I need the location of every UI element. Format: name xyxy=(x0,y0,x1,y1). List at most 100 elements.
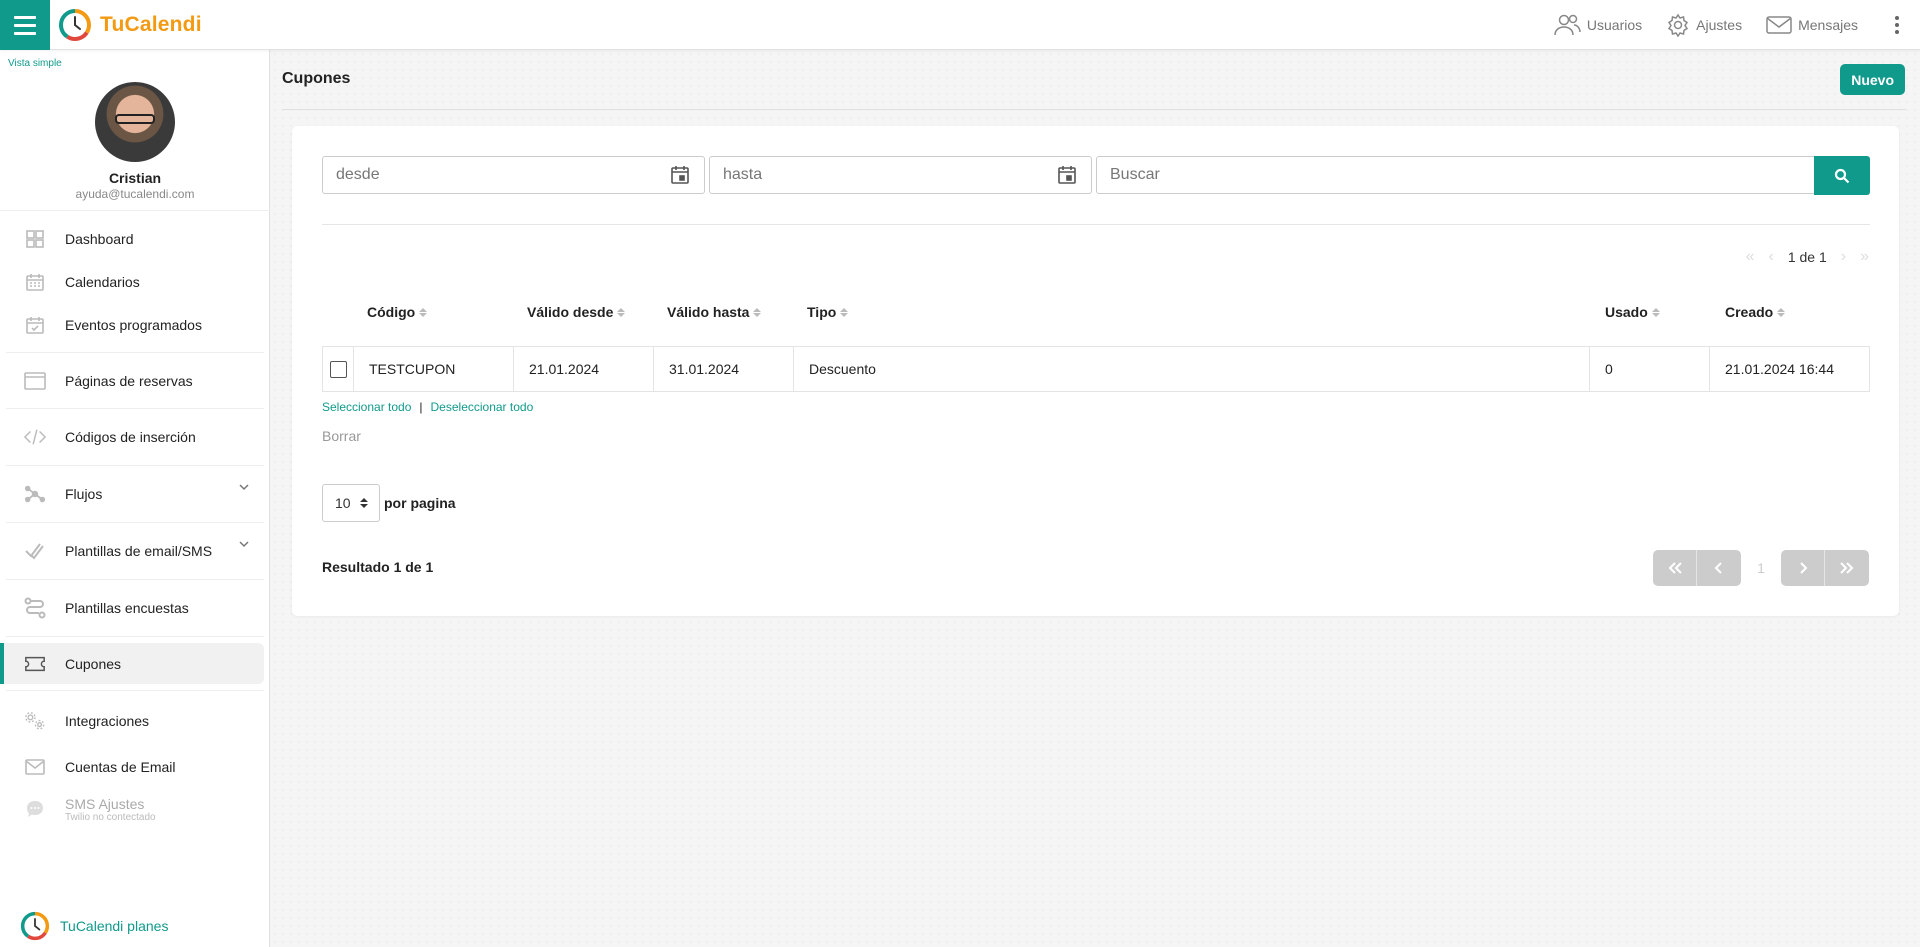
column-header-code[interactable]: Código xyxy=(367,304,428,320)
select-all-link[interactable]: Seleccionar todo xyxy=(322,400,411,414)
table-row[interactable]: TESTCUPON 21.01.2024 31.01.2024 Descuent… xyxy=(322,346,1870,392)
row-checkbox-cell xyxy=(323,347,353,391)
settings-label: Ajustes xyxy=(1696,17,1743,33)
last-page-icon[interactable]: » xyxy=(1860,248,1869,266)
more-options-button[interactable] xyxy=(1882,0,1912,50)
gears-icon xyxy=(24,710,46,732)
column-header-created[interactable]: Creado xyxy=(1725,304,1786,320)
date-from-input[interactable] xyxy=(323,157,704,193)
plans-link[interactable]: TuCalendi planes xyxy=(20,911,168,941)
column-header-valid-to[interactable]: Válido hasta xyxy=(667,304,762,320)
sidebar-item-sms-settings[interactable]: SMS Ajustes Twilio no contectado xyxy=(0,788,270,830)
top-bar: TuCalendi Usuarios Ajustes Mensajes xyxy=(0,0,1920,50)
app-logo[interactable]: TuCalendi xyxy=(58,8,202,42)
chevron-right-icon xyxy=(1799,562,1807,574)
survey-icon xyxy=(24,597,46,619)
search-input[interactable] xyxy=(1097,157,1814,193)
profile-email: ayuda@tucalendi.com xyxy=(75,187,195,201)
settings-link[interactable]: Ajustes xyxy=(1666,13,1742,37)
kebab-dot xyxy=(1895,30,1899,34)
date-from-field[interactable] xyxy=(322,156,705,194)
sidebar-item-label: Cuentas de Email xyxy=(65,758,176,775)
first-page-icon[interactable]: « xyxy=(1746,248,1755,266)
sort-icon xyxy=(1777,307,1786,317)
sidebar-item-label: Páginas de reservas xyxy=(65,372,193,389)
dashboard-icon xyxy=(24,228,46,250)
prev-page-icon[interactable]: ‹ xyxy=(1769,248,1774,266)
sms-settings-text: SMS Ajustes Twilio no contectado xyxy=(65,796,156,823)
plans-label: TuCalendi planes xyxy=(60,918,169,934)
sidebar-item-embed-codes[interactable]: Códigos de inserción xyxy=(0,409,270,465)
search-field[interactable] xyxy=(1096,156,1815,194)
sidebar-item-booking-pages[interactable]: Páginas de reservas xyxy=(0,353,270,408)
sidebar-item-email-sms-templates[interactable]: Plantillas de email/SMS xyxy=(0,523,270,579)
column-header-label: Tipo xyxy=(807,304,837,320)
per-page-label: por pagina xyxy=(384,495,456,511)
sidebar-item-label: SMS Ajustes xyxy=(65,795,145,812)
column-header-label: Usado xyxy=(1605,304,1648,320)
date-to-input[interactable] xyxy=(710,157,1091,193)
users-link[interactable]: Usuarios xyxy=(1553,13,1642,37)
column-header-label: Creado xyxy=(1725,304,1774,320)
column-header-used[interactable]: Usado xyxy=(1605,304,1660,320)
avatar[interactable] xyxy=(95,82,175,162)
prev-page-button[interactable] xyxy=(1697,550,1741,586)
double-chevron-right-icon xyxy=(1840,562,1854,574)
new-coupon-button[interactable]: Nuevo xyxy=(1840,64,1905,95)
logo-text: TuCalendi xyxy=(100,13,202,37)
calendar-icon[interactable] xyxy=(1057,165,1077,190)
sidebar-item-label: Integraciones xyxy=(65,713,150,729)
calendar-icon xyxy=(24,271,46,293)
column-header-label: Válido hasta xyxy=(667,304,750,320)
column-header-valid-from[interactable]: Válido desde xyxy=(527,304,626,320)
divider xyxy=(282,109,1906,110)
sidebar-item-dashboard[interactable]: Dashboard xyxy=(0,217,270,260)
sidebar-item-survey-templates[interactable]: Plantillas encuestas xyxy=(0,580,270,636)
next-page-button[interactable] xyxy=(1781,550,1825,586)
per-page-select[interactable]: 10 xyxy=(322,484,380,522)
sidebar-item-flows[interactable]: Flujos xyxy=(0,466,270,522)
gear-icon xyxy=(1668,13,1689,37)
separator: | xyxy=(419,400,423,414)
sidebar-item-label: Eventos programados xyxy=(65,316,202,333)
simple-view-toggle[interactable]: Vista simple xyxy=(8,58,62,69)
row-checkbox[interactable] xyxy=(330,360,347,378)
next-page-icon[interactable]: › xyxy=(1841,248,1846,266)
sidebar-item-calendars[interactable]: Calendarios xyxy=(0,260,270,303)
search-button[interactable] xyxy=(1814,156,1870,195)
logo-text-i: i xyxy=(195,13,202,36)
sidebar-item-coupons[interactable]: Cupones xyxy=(0,643,264,684)
result-count: Resultado 1 de 1 xyxy=(322,559,434,575)
sidebar-item-scheduled-events[interactable]: Eventos programados xyxy=(0,303,270,346)
double-chevron-left-icon xyxy=(1668,562,1682,574)
sidebar: Vista simple Cristian ayuda@tucalendi.co… xyxy=(0,50,270,947)
logo-icon xyxy=(59,9,91,41)
deselect-all-link[interactable]: Deseleccionar todo xyxy=(431,400,534,414)
chevron-down-icon xyxy=(238,480,250,496)
double-check-icon xyxy=(24,540,46,562)
cell-used: 0 xyxy=(1589,347,1709,391)
sort-icon xyxy=(753,307,762,317)
users-label: Usuarios xyxy=(1586,17,1643,33)
cell-valid-to: 31.01.2024 xyxy=(653,347,793,391)
divider xyxy=(322,224,1870,225)
column-header-type[interactable]: Tipo xyxy=(807,304,849,320)
first-page-button[interactable] xyxy=(1653,550,1697,586)
messages-link[interactable]: Mensajes xyxy=(1766,15,1858,35)
last-page-button[interactable] xyxy=(1825,550,1869,586)
users-icon xyxy=(1554,14,1581,36)
sidebar-item-label: Dashboard xyxy=(65,230,134,247)
delete-button[interactable]: Borrar xyxy=(322,428,361,444)
sidebar-item-label: Flujos xyxy=(65,486,103,502)
hamburger-menu-button[interactable] xyxy=(0,0,50,50)
sidebar-item-integrations[interactable]: Integraciones xyxy=(0,691,270,745)
chevron-down-icon xyxy=(238,537,250,553)
sidebar-item-email-accounts[interactable]: Cuentas de Email xyxy=(0,745,270,788)
calendar-icon[interactable] xyxy=(670,165,690,190)
cell-valid-from: 21.01.2024 xyxy=(513,347,653,391)
current-page-number[interactable]: 1 xyxy=(1741,560,1781,576)
column-header-label: Código xyxy=(367,304,416,320)
date-to-field[interactable] xyxy=(709,156,1092,194)
sidebar-menu: Dashboard Calendarios Eventos programado… xyxy=(0,217,270,830)
cell-code: TESTCUPON xyxy=(353,347,513,391)
